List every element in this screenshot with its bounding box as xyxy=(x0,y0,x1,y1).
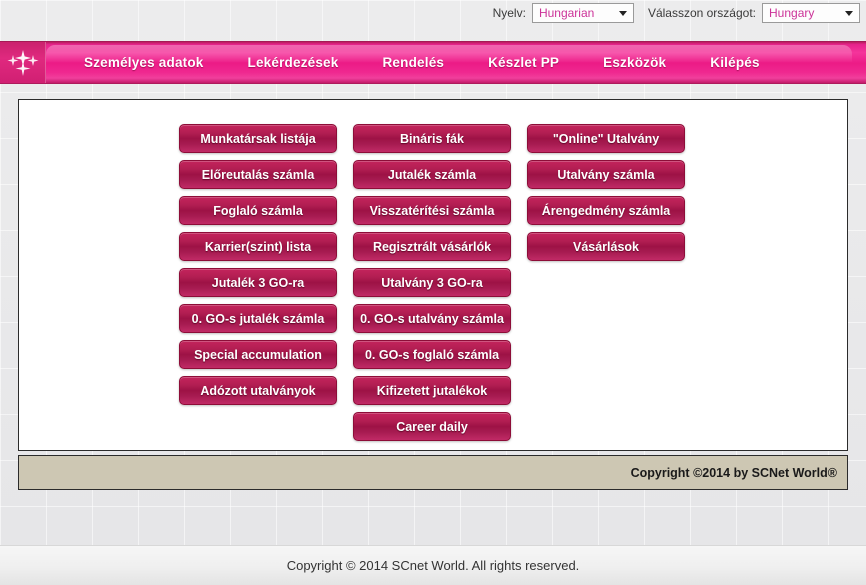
button-special-accumulation[interactable]: Special accumulation xyxy=(179,340,337,369)
country-label: Válasszon országot: xyxy=(647,6,756,20)
nav-item-queries[interactable]: Lekérdezések xyxy=(226,55,361,70)
button-0go-deposit-invoice[interactable]: 0. GO-s foglaló számla xyxy=(353,340,511,369)
button-career-level-list[interactable]: Karrier(szint) lista xyxy=(179,232,337,261)
inner-copyright-text: Copyright ©2014 by SCNet World® xyxy=(630,465,837,480)
button-binary-trees[interactable]: Bináris fák xyxy=(353,124,511,153)
chevron-down-icon xyxy=(845,11,853,16)
nav-item-logout[interactable]: Kilépés xyxy=(688,55,781,70)
main-navigation-bar: Személyes adatok Lekérdezések Rendelés K… xyxy=(0,41,866,84)
button-column-2: Bináris fák Jutalék számla Visszatérítés… xyxy=(353,124,511,441)
button-voucher-3go[interactable]: Utalvány 3 GO-ra xyxy=(353,268,511,297)
button-online-voucher[interactable]: "Online" Utalvány xyxy=(527,124,685,153)
country-select[interactable]: Hungary xyxy=(762,3,860,23)
page-footer-text: Copyright © 2014 SCnet World. All rights… xyxy=(286,558,580,573)
button-prepayment-invoice[interactable]: Előreutalás számla xyxy=(179,160,337,189)
nav-item-order[interactable]: Rendelés xyxy=(360,55,466,70)
content-panel: Munkatársak listája Előreutalás számla F… xyxy=(18,99,848,451)
button-0go-commission-invoice[interactable]: 0. GO-s jutalék számla xyxy=(179,304,337,333)
country-select-value: Hungary xyxy=(769,6,815,20)
top-settings-bar: Nyelv: Hungarian Válasszon országot: Hun… xyxy=(0,0,866,42)
language-select-value: Hungarian xyxy=(538,6,595,20)
inner-copyright-bar: Copyright ©2014 by SCNet World® xyxy=(18,455,848,490)
button-column-1: Munkatársak listája Előreutalás számla F… xyxy=(179,124,337,441)
button-0go-voucher-invoice[interactable]: 0. GO-s utalvány számla xyxy=(353,304,511,333)
site-logo[interactable] xyxy=(0,42,46,83)
country-selector-group: Válasszon országot: Hungary xyxy=(648,3,860,23)
nav-menu: Személyes adatok Lekérdezések Rendelés K… xyxy=(46,42,782,83)
button-voucher-invoice[interactable]: Utalvány számla xyxy=(527,160,685,189)
page-footer: Copyright © 2014 SCnet World. All rights… xyxy=(0,545,866,585)
button-career-daily[interactable]: Career daily xyxy=(353,412,511,441)
button-commission-3go[interactable]: Jutalék 3 GO-ra xyxy=(179,268,337,297)
language-select[interactable]: Hungarian xyxy=(531,3,634,23)
language-label: Nyelv: xyxy=(492,6,526,20)
button-discount-invoice[interactable]: Árengedmény számla xyxy=(527,196,685,225)
language-selector-group: Nyelv: Hungarian xyxy=(493,3,634,23)
nav-item-personal-data[interactable]: Személyes adatok xyxy=(62,55,226,70)
button-staff-list[interactable]: Munkatársak listája xyxy=(179,124,337,153)
button-registered-customers[interactable]: Regisztrált vásárlók xyxy=(353,232,511,261)
button-deposit-invoice[interactable]: Foglaló számla xyxy=(179,196,337,225)
button-taxed-vouchers[interactable]: Adózott utalványok xyxy=(179,376,337,405)
button-paid-commissions[interactable]: Kifizetett jutalékok xyxy=(353,376,511,405)
nav-item-stock-pp[interactable]: Készlet PP xyxy=(466,55,581,70)
nav-item-tools[interactable]: Eszközök xyxy=(581,55,688,70)
button-column-3: "Online" Utalvány Utalvány számla Árenge… xyxy=(527,124,685,441)
button-refund-invoice[interactable]: Visszatérítési számla xyxy=(353,196,511,225)
sparkle-logo-icon xyxy=(7,49,38,76)
button-purchases[interactable]: Vásárlások xyxy=(527,232,685,261)
action-button-grid: Munkatársak listája Előreutalás számla F… xyxy=(19,100,849,441)
button-commission-invoice[interactable]: Jutalék számla xyxy=(353,160,511,189)
chevron-down-icon xyxy=(618,11,627,16)
